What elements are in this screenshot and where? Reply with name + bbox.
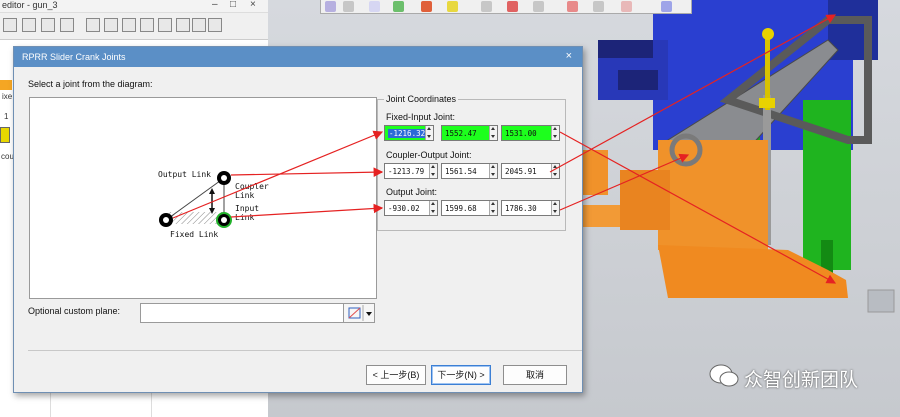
spinner-icon[interactable]: [551, 201, 559, 215]
orange-part: [620, 170, 670, 230]
view-icon[interactable]: [325, 1, 336, 12]
output-z-field[interactable]: 1786.30: [501, 200, 560, 216]
background-panel: [50, 393, 152, 417]
back-button[interactable]: < 上一步(B): [366, 365, 426, 385]
select-joint-prompt: Select a joint from the diagram:: [28, 79, 153, 89]
background-window-title: editor - gun_3: [2, 0, 58, 10]
dialog-title: RPRR Slider Crank Joints: [22, 52, 126, 62]
yellow-part: [762, 28, 774, 40]
output-x-field[interactable]: -930.02: [384, 200, 438, 216]
background-snippet: 1: [4, 112, 9, 121]
dialog-titlebar: RPRR Slider Crank Joints ×: [14, 47, 582, 67]
snap-icon[interactable]: [593, 1, 604, 12]
spinner-icon[interactable]: [489, 126, 497, 140]
next-button[interactable]: 下一步(N) >: [431, 365, 491, 385]
plane-selector-button[interactable]: [343, 303, 375, 323]
cube-icon[interactable]: [393, 1, 404, 12]
coupler-output-joint-label: Coupler-Output Joint:: [386, 150, 472, 160]
fixed-input-joint-label: Fixed-Input Joint:: [386, 112, 456, 122]
wechat-icon: [709, 364, 739, 387]
tool-icon[interactable]: [140, 18, 154, 32]
render-icon[interactable]: [621, 1, 632, 12]
shading-icon[interactable]: [421, 1, 432, 12]
filter-icon[interactable]: [533, 1, 544, 12]
custom-plane-input[interactable]: [140, 303, 344, 323]
tool-icon[interactable]: [60, 18, 74, 32]
tool-icon[interactable]: [86, 18, 100, 32]
yellow-part: [759, 98, 775, 108]
spinner-icon[interactable]: [551, 126, 559, 140]
input-link-label-1: Input: [235, 204, 260, 213]
coupler-link-label-1: Coupler: [235, 182, 269, 191]
node-marker: [0, 127, 10, 143]
close-icon[interactable]: ×: [566, 50, 572, 62]
close-icon[interactable]: ×: [250, 0, 256, 10]
fixed-link-label: Fixed Link: [170, 230, 219, 239]
background-toolbar: [0, 13, 268, 40]
background-snippet: ixe: [2, 92, 13, 101]
view-cube-icon: [867, 289, 895, 313]
input-link-label-2: Link: [235, 213, 255, 222]
display-icon[interactable]: [507, 1, 518, 12]
tool-icon[interactable]: [158, 18, 172, 32]
spinner-icon[interactable]: [429, 201, 437, 215]
section-icon[interactable]: [481, 1, 492, 12]
spinner-icon[interactable]: [489, 201, 497, 215]
node-marker: [0, 80, 12, 90]
rprr-slider-crank-dialog: RPRR Slider Crank Joints × Select a join…: [13, 46, 583, 393]
tool-icon[interactable]: [176, 18, 190, 32]
coupler-link-label-2: Link: [235, 191, 255, 200]
coupler-output-y-field[interactable]: 1561.54: [441, 163, 498, 179]
fixed-input-y-field[interactable]: 1552.47: [441, 125, 498, 141]
background-window-titlebar: editor - gun_3 – □ ×: [0, 0, 268, 13]
light-icon[interactable]: [447, 1, 458, 12]
fixed-input-x-field[interactable]: -1216.32: [384, 125, 434, 141]
spinner-icon[interactable]: [551, 164, 559, 178]
custom-plane-label: Optional custom plane:: [28, 306, 121, 316]
tool-icon[interactable]: [3, 18, 17, 32]
dark-part: [598, 40, 653, 58]
joint-diagram[interactable]: Output Link Coupler Link Input Link Fixe…: [29, 97, 377, 299]
maximize-icon[interactable]: □: [230, 0, 236, 10]
watermark-text: 众智创新团队: [744, 369, 859, 391]
plane-icon: [348, 305, 372, 321]
dialog-separator: [28, 350, 582, 351]
spinner-icon[interactable]: [425, 126, 433, 140]
output-joint-label: Output Joint:: [386, 187, 438, 197]
spinner-icon[interactable]: [429, 164, 437, 178]
joint-coordinates-title: Joint Coordinates: [384, 94, 459, 104]
diagram-drawing: [159, 171, 232, 228]
zoom-out-icon[interactable]: [208, 18, 222, 32]
tool-icon[interactable]: [104, 18, 118, 32]
coupler-output-z-field[interactable]: 2045.91: [501, 163, 560, 179]
cad-toolbar: [320, 0, 692, 14]
tool-icon[interactable]: [41, 18, 55, 32]
output-y-field[interactable]: 1599.68: [441, 200, 498, 216]
output-link-label: Output Link: [158, 170, 211, 179]
fixed-input-z-field[interactable]: 1531.00: [501, 125, 560, 141]
dark-part: [618, 70, 658, 90]
tool-icon[interactable]: [122, 18, 136, 32]
cancel-button[interactable]: 取消: [503, 365, 567, 385]
minimize-icon[interactable]: –: [212, 0, 218, 10]
zoom-in-icon[interactable]: [192, 18, 206, 32]
rotate-icon[interactable]: [369, 1, 380, 12]
zoom-icon[interactable]: [343, 1, 354, 12]
watermark: 众智创新团队: [706, 362, 896, 391]
tool-icon[interactable]: [22, 18, 36, 32]
coupler-output-x-field[interactable]: -1213.79: [384, 163, 438, 179]
slider-arrow-head: [209, 188, 215, 194]
measure-icon[interactable]: [567, 1, 578, 12]
settings-icon[interactable]: [661, 1, 672, 12]
spinner-icon[interactable]: [489, 164, 497, 178]
